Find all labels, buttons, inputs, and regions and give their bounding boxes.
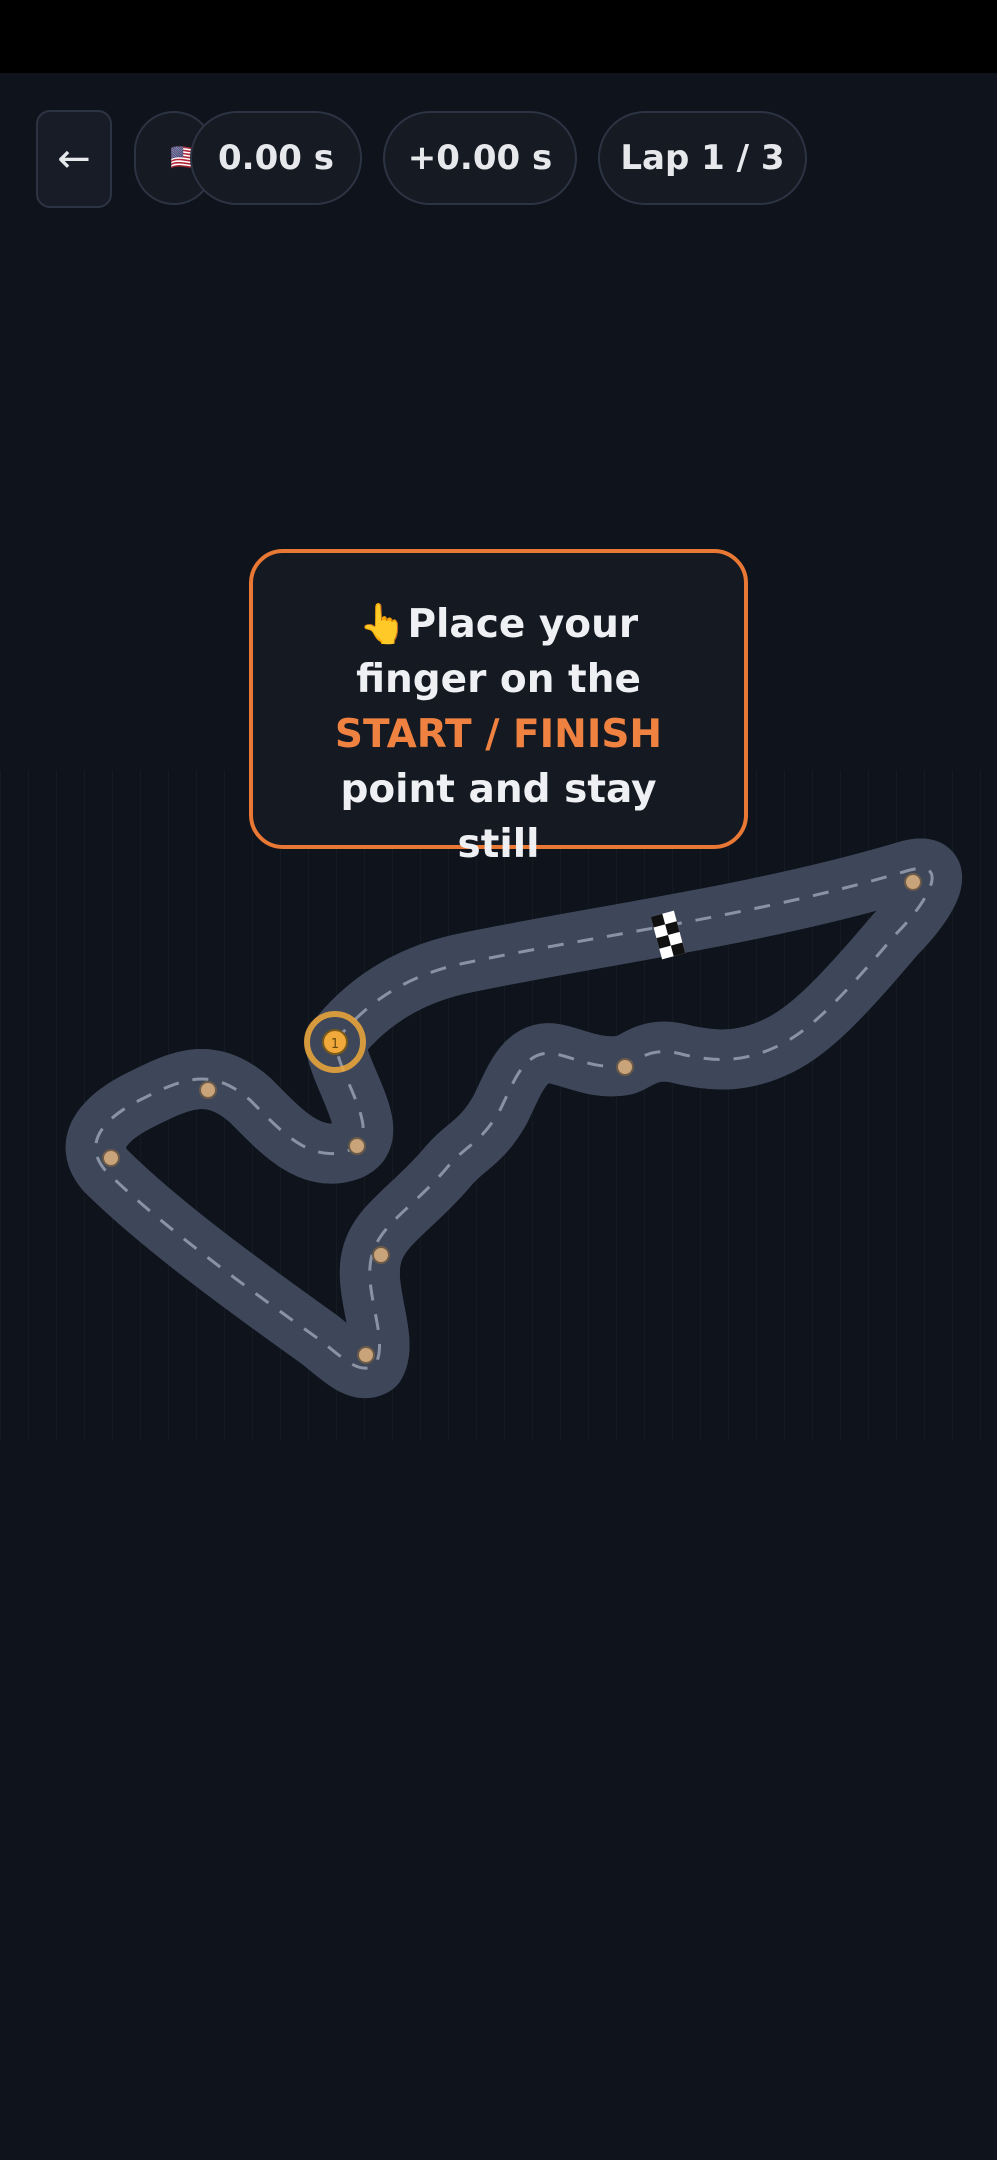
time-delta-value: +0.00 s — [407, 138, 553, 178]
status-bar — [0, 0, 997, 73]
lap-counter-value: Lap 1 / 3 — [620, 138, 785, 178]
lap-counter: Lap 1 / 3 — [598, 111, 807, 205]
instruction-card: 👆Place your finger on the START / FINISH… — [249, 549, 748, 867]
lap-time-display: 0.00 s — [190, 111, 362, 205]
pointing-finger-icon: 👆 — [358, 602, 408, 647]
checkpoint-marker — [348, 1137, 366, 1155]
checkpoint-marker — [357, 1346, 375, 1364]
checkpoint-marker — [199, 1081, 217, 1099]
back-arrow-icon: ← — [57, 136, 91, 182]
checkpoint-marker — [616, 1058, 634, 1076]
back-button[interactable]: ← — [36, 110, 112, 208]
checkpoint-marker — [904, 873, 922, 891]
start-marker-label: 1 — [331, 1037, 339, 1052]
checkpoint-marker — [102, 1149, 120, 1167]
time-delta-display: +0.00 s — [383, 111, 577, 205]
instruction-highlight: START / FINISH — [334, 712, 663, 757]
lap-time-value: 0.00 s — [218, 138, 334, 178]
checkpoint-marker — [372, 1246, 390, 1264]
